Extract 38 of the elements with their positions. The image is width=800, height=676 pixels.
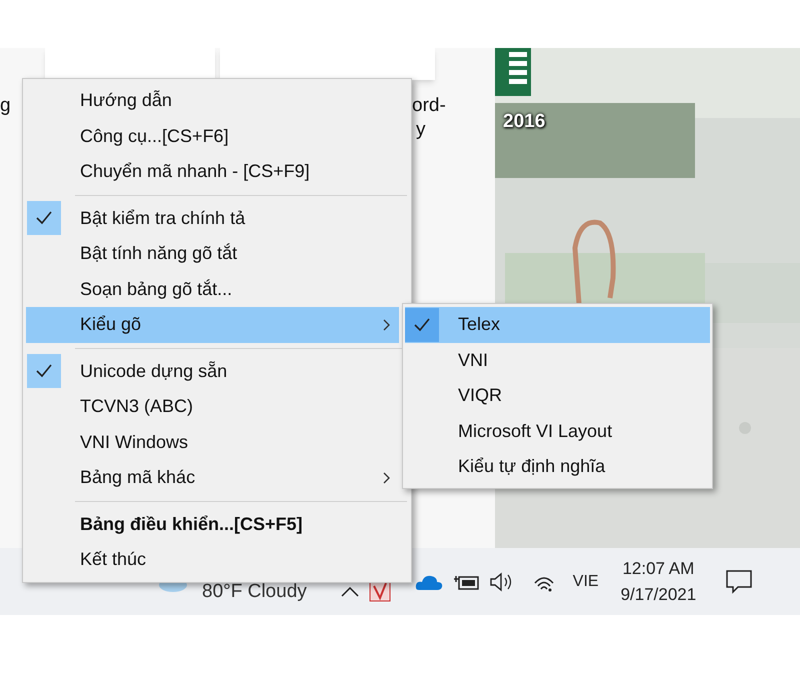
menu-item-label: TCVN3 (ABC) — [80, 395, 194, 418]
menu-item[interactable]: Kết thúc — [26, 542, 399, 578]
menu-item-label: Kết thúc — [80, 548, 148, 572]
menu-item-label: Chuyển mã nhanh - [CS+F9] — [80, 160, 311, 184]
menu-item[interactable]: Kiểu tự định nghĩa — [405, 449, 710, 484]
menu-item[interactable]: Telex — [405, 307, 710, 342]
menu-item-label: Soạn bảng gõ tắt... — [80, 278, 234, 301]
menu-item-label: Bảng điều khiển...[CS+F5] — [80, 512, 304, 536]
clock-time[interactable]: 12:07 AM — [622, 556, 694, 582]
menu-item-label: Kiểu gõ — [80, 313, 142, 336]
menu-item[interactable]: Soạn bảng gõ tắt... — [26, 272, 399, 307]
menu-item[interactable]: VIQR — [405, 378, 710, 414]
menu-item-label: Bật tính năng gõ tắt — [80, 242, 238, 266]
menu-item-label: Hướng dẫn — [80, 89, 173, 112]
menu-item[interactable]: VNI Windows — [26, 424, 399, 460]
cloud-icon[interactable] — [414, 574, 443, 590]
menu-item[interactable]: Kiểu gõ — [26, 307, 399, 342]
notification-icon[interactable] — [726, 570, 752, 594]
menu-item[interactable]: Bảng điều khiển...[CS+F5] — [26, 506, 399, 542]
menu-item[interactable]: Microsoft VI Layout — [405, 414, 710, 449]
menu-item[interactable]: Bật kiểm tra chính tả — [26, 200, 399, 236]
menu-item-label: VNI Windows — [80, 430, 190, 454]
menu-item[interactable]: Hướng dẫn — [26, 83, 399, 118]
clock-date[interactable]: 9/17/2021 — [620, 582, 696, 608]
menu-item[interactable]: VNI — [405, 342, 710, 378]
menu-item[interactable]: TCVN3 (ABC) — [26, 389, 399, 424]
menu-item-label: Unicode dựng sẵn — [80, 360, 228, 383]
menu-item[interactable]: Bật tính năng gõ tắt — [26, 236, 399, 272]
menu-item-label: Công cụ...[CS+F6] — [80, 124, 230, 148]
language-indicator[interactable]: VIE — [572, 570, 599, 594]
menu-item[interactable]: Unicode dựng sẵn — [26, 354, 399, 389]
menu-item-label: Bảng mã khác — [80, 466, 196, 490]
menu-item[interactable]: Chuyển mã nhanh - [CS+F9] — [26, 154, 399, 190]
icon-label[interactable]: g — [0, 92, 11, 120]
menu-item-label: Bật kiểm tra chính tả — [80, 206, 246, 230]
menu-item[interactable]: Công cụ...[CS+F6] — [26, 118, 399, 154]
menu-item[interactable]: Bảng mã khác — [26, 460, 399, 496]
chevron-up-icon[interactable] — [340, 586, 359, 596]
